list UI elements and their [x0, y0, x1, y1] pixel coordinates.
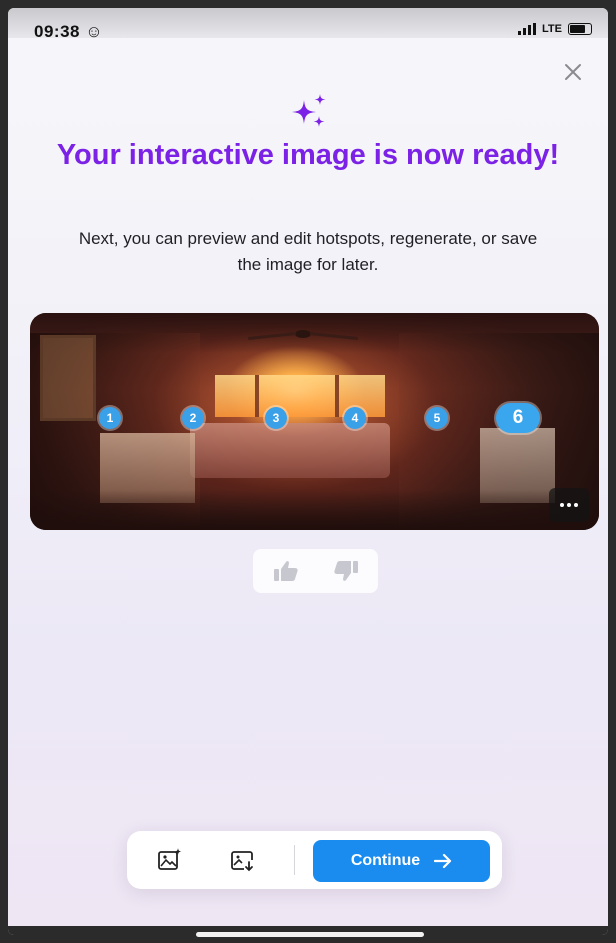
network-type: LTE — [542, 23, 562, 35]
bottom-toolbar: Continue — [127, 831, 502, 889]
image-bed — [190, 423, 390, 478]
hotspot-2[interactable]: 2 — [182, 407, 204, 429]
thumbs-down-button[interactable] — [332, 558, 360, 584]
thumbs-up-button[interactable] — [272, 558, 300, 584]
more-horizontal-icon — [560, 503, 564, 507]
home-indicator[interactable] — [196, 932, 424, 937]
status-icons: LTE — [518, 23, 592, 35]
image-sparkle-icon[interactable] — [157, 847, 183, 873]
continue-button[interactable]: Continue — [313, 840, 490, 882]
signal-icon — [518, 23, 537, 35]
thumbs-up-icon — [273, 561, 298, 581]
arrow-right-icon — [434, 853, 452, 869]
page-subtitle: Next, you can preview and edit hotspots,… — [78, 229, 538, 274]
hotspot-1[interactable]: 1 — [99, 407, 121, 429]
thumbs-down-icon — [333, 561, 358, 581]
hotspot-4[interactable]: 4 — [344, 407, 366, 429]
image-wall-frame — [40, 335, 96, 421]
app-screen: 09:38 ☺ LTE Your interactive image is no… — [8, 8, 608, 935]
feedback-bar — [253, 549, 378, 593]
page-title: Your interactive image is now ready! — [56, 139, 560, 171]
status-bar: 09:38 ☺ LTE — [8, 8, 608, 41]
hotspot-6[interactable]: 6 — [496, 403, 540, 433]
battery-icon — [568, 23, 592, 35]
continue-label: Continue — [350, 852, 421, 869]
generated-image[interactable]: 1 2 3 4 5 6 — [30, 313, 599, 530]
status-time: 09:38 ☺ — [34, 22, 104, 41]
close-icon — [565, 64, 581, 80]
image-floor — [30, 490, 599, 530]
toolbar-divider — [294, 845, 295, 875]
hotspot-3[interactable]: 3 — [265, 407, 287, 429]
hotspot-5[interactable]: 5 — [426, 407, 448, 429]
more-options-button[interactable] — [549, 488, 589, 522]
image-download-icon[interactable] — [230, 847, 256, 873]
ceiling-fan-illustration — [248, 330, 358, 341]
sparkles-icon — [292, 94, 326, 127]
close-button[interactable] — [561, 60, 585, 84]
